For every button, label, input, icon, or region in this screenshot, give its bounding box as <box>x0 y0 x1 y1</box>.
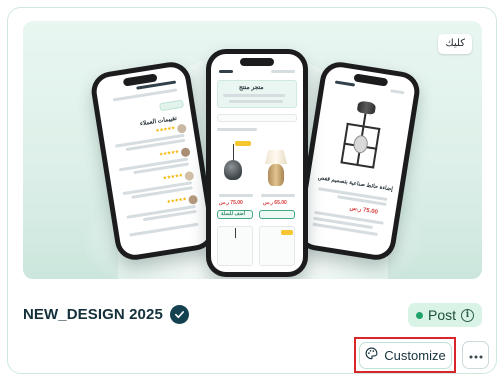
price-2: 65.00 ر.س <box>263 200 287 206</box>
customize-button[interactable]: Customize <box>359 342 452 369</box>
status-dot <box>415 311 423 319</box>
palette-icon <box>365 347 378 365</box>
store-header: متجر منتج <box>239 85 264 91</box>
title-row: NEW_DESIGN 2025 <box>23 301 189 327</box>
status-label: Post <box>427 307 456 323</box>
customize-label: Customize <box>384 348 446 363</box>
add-to-cart-1: أضف للسلة <box>221 211 246 217</box>
price-1: 75.00 ر.س <box>219 200 243 206</box>
phone-mockup-center: متجر منتج 75.00 ر.س 65.00 ر.س أضف للسلة <box>206 49 308 277</box>
ellipsis-icon <box>469 346 483 364</box>
check-badge-icon <box>169 304 189 324</box>
design-preview-image[interactable]: تقييمات العملاء ★★★★★ ★★★★★ ★★★★★ ★★★★★ <box>23 21 482 279</box>
design-card: تقييمات العملاء ★★★★★ ★★★★★ ★★★★★ ★★★★★ <box>7 7 497 374</box>
info-icon[interactable]: i <box>461 308 474 322</box>
design-title: NEW_DESIGN 2025 <box>23 305 163 323</box>
status-badge: Post i <box>407 303 482 327</box>
brand-badge: كليك <box>438 34 472 54</box>
product-price: 75.00 ر.س <box>349 205 379 216</box>
more-options-button[interactable] <box>462 341 489 369</box>
